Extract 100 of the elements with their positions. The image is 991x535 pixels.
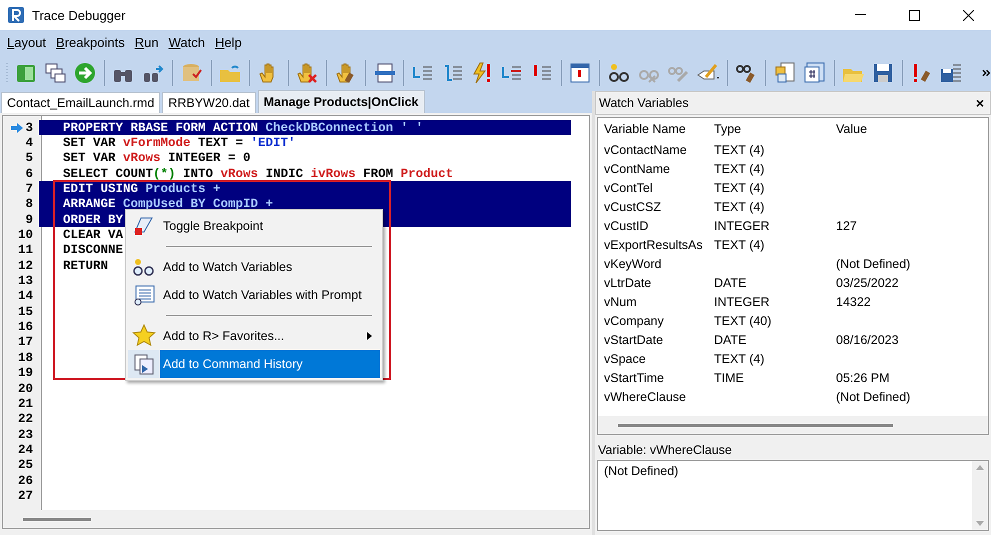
table-cell-text: (Not Defined) — [836, 256, 912, 273]
line-number: 18 — [18, 350, 33, 365]
menu-item[interactable]: Run — [130, 35, 164, 50]
table-cell-text: INTEGER — [714, 294, 771, 311]
menu-item[interactable]: Watch — [164, 35, 210, 50]
table-cell-text: vSpace — [604, 351, 647, 368]
table-cell-text: DATE — [714, 275, 748, 292]
menu-entry[interactable]: Add to R> Favorites... — [128, 322, 380, 350]
file-tab[interactable]: Manage Products|OnClick — [258, 90, 424, 113]
table-cell-text: vKeyWord — [604, 256, 662, 273]
file-tab[interactable]: RRBYW20.dat — [162, 92, 256, 113]
documents-icon[interactable] — [773, 61, 798, 85]
table-cell-text: 03/25/2022 — [836, 275, 900, 292]
table-cell-text: TEXT (4) — [714, 180, 766, 197]
line-number: 4 — [25, 136, 33, 150]
code-line: CLEAR VA — [63, 228, 124, 242]
line-number: 16 — [18, 320, 33, 334]
table-cell-text: TEXT (4) — [714, 237, 766, 254]
menu-entry[interactable]: Add to Watch Variables — [128, 253, 380, 281]
code-line: RETURN — [63, 258, 108, 273]
line-number: 23 — [18, 428, 33, 442]
line-number: 22 — [18, 412, 33, 426]
line-number: 11 — [18, 243, 33, 258]
scrollbar-thumb[interactable] — [618, 424, 893, 426]
grip-icon — [6, 61, 9, 85]
app-logo-icon — [8, 7, 24, 23]
variable-label: Variable: vWhereClause — [597, 442, 733, 459]
line-number: 14 — [18, 289, 33, 304]
table-cell-text: vWhereClause — [604, 389, 687, 406]
menu-item[interactable]: Breakpoints — [51, 35, 130, 50]
star-icon — [132, 324, 156, 348]
table-cell-text: TEXT (4) — [714, 199, 766, 216]
scrollbar-thumb[interactable] — [23, 518, 91, 520]
line-number: 15 — [18, 304, 33, 319]
line-number: 6 — [25, 166, 33, 181]
close-pane-button[interactable]: × — [976, 95, 984, 111]
table-cell-text: TEXT (40) — [714, 313, 772, 330]
hand-cross-icon[interactable] — [295, 61, 320, 85]
list-window-icon — [133, 284, 155, 306]
table-cell-text: vExportResultsAs — [604, 237, 704, 254]
document-arrow-icon — [133, 353, 155, 375]
column-header[interactable]: Value — [836, 122, 988, 144]
table-cell-text: 08/16/2023 — [836, 332, 900, 349]
menu-entry[interactable]: Add to Watch Variables with Prompt — [128, 281, 380, 309]
table-cell-text: vStartDate — [604, 332, 664, 349]
code-line: ARRANGE CompUsed BY CompID + — [63, 197, 274, 212]
line-number: 13 — [18, 274, 33, 288]
line-number: 20 — [18, 382, 33, 396]
window-title: Trace Debugger — [32, 8, 126, 22]
code-line: SELECT COUNT(*) INTO vRows INDIC ivRows FROM Product — [63, 166, 454, 181]
table-cell-text: vContName — [604, 161, 671, 178]
glasses-sun-icon[interactable] — [606, 61, 631, 85]
line-number: 12 — [18, 258, 33, 273]
table-cell-text: (Not Defined) — [836, 389, 912, 406]
file-tab[interactable]: Contact_EmailLaunch.rmd — [1, 92, 160, 113]
arrow-circle-icon[interactable] — [72, 61, 97, 85]
column-header[interactable]: Type — [714, 122, 836, 144]
code-line: ORDER BY — [63, 212, 124, 227]
code-editor[interactable] — [2, 115, 590, 529]
table-cell-text: vContactName — [604, 142, 688, 159]
table-cell-text: vNum — [604, 294, 638, 311]
table-cell-text: TEXT (4) — [714, 161, 766, 178]
line-number: 27 — [18, 488, 33, 503]
line-number: 8 — [25, 197, 33, 212]
table-cell-text: 127 — [836, 218, 858, 235]
window-hash-icon[interactable] — [802, 61, 827, 85]
code-line: SET VAR vFormMode TEXT = 'EDIT' — [63, 136, 296, 150]
table-cell-text: vLtrDate — [604, 275, 652, 292]
maximize-icon[interactable] — [908, 10, 920, 20]
table-cell-text: vStartTime — [604, 370, 665, 387]
table-cell-text: TEXT (4) — [714, 142, 766, 159]
table-cell-text: vCompany — [604, 313, 665, 330]
window-alert-icon[interactable] — [568, 61, 592, 85]
menu-entry[interactable]: Add to Command History — [128, 350, 380, 378]
minimize-icon[interactable] — [854, 14, 866, 16]
line-number: 5 — [25, 151, 33, 166]
table-cell-text: vContTel — [604, 180, 654, 197]
table-cell-text: TIME — [714, 370, 745, 387]
close-icon[interactable] — [962, 10, 974, 20]
line-number: 9 — [25, 212, 33, 227]
pane-title: Watch Variables — [599, 96, 689, 110]
line-number: 25 — [18, 458, 33, 472]
column-header[interactable]: Variable Name — [604, 122, 714, 144]
table-cell-text: vCustCSZ — [604, 199, 662, 216]
pages-icon[interactable] — [43, 61, 68, 85]
code-line: EDIT USING Products + — [63, 182, 221, 196]
code-line: SET VAR vRows INTEGER = 0 — [63, 151, 251, 166]
line-number: 17 — [18, 335, 33, 350]
table-cell-text: INTEGER — [714, 218, 771, 235]
table-cell-text: TEXT (4) — [714, 351, 766, 368]
code-line: PROPERTY RBASE FORM ACTION CheckDBConnection ' ' — [63, 120, 424, 135]
glasses-sun-icon — [132, 257, 156, 277]
overflow-chevron-icon[interactable] — [982, 68, 991, 78]
menu-entry[interactable]: Toggle Breakpoint — [128, 212, 380, 240]
line-number: 26 — [18, 474, 33, 488]
line-number: 19 — [18, 366, 33, 380]
table-cell-text: vCustID — [604, 218, 650, 235]
menu-item[interactable]: Layout — [2, 35, 52, 50]
menu-item[interactable]: Help — [210, 35, 247, 50]
line-number: 21 — [18, 396, 33, 411]
